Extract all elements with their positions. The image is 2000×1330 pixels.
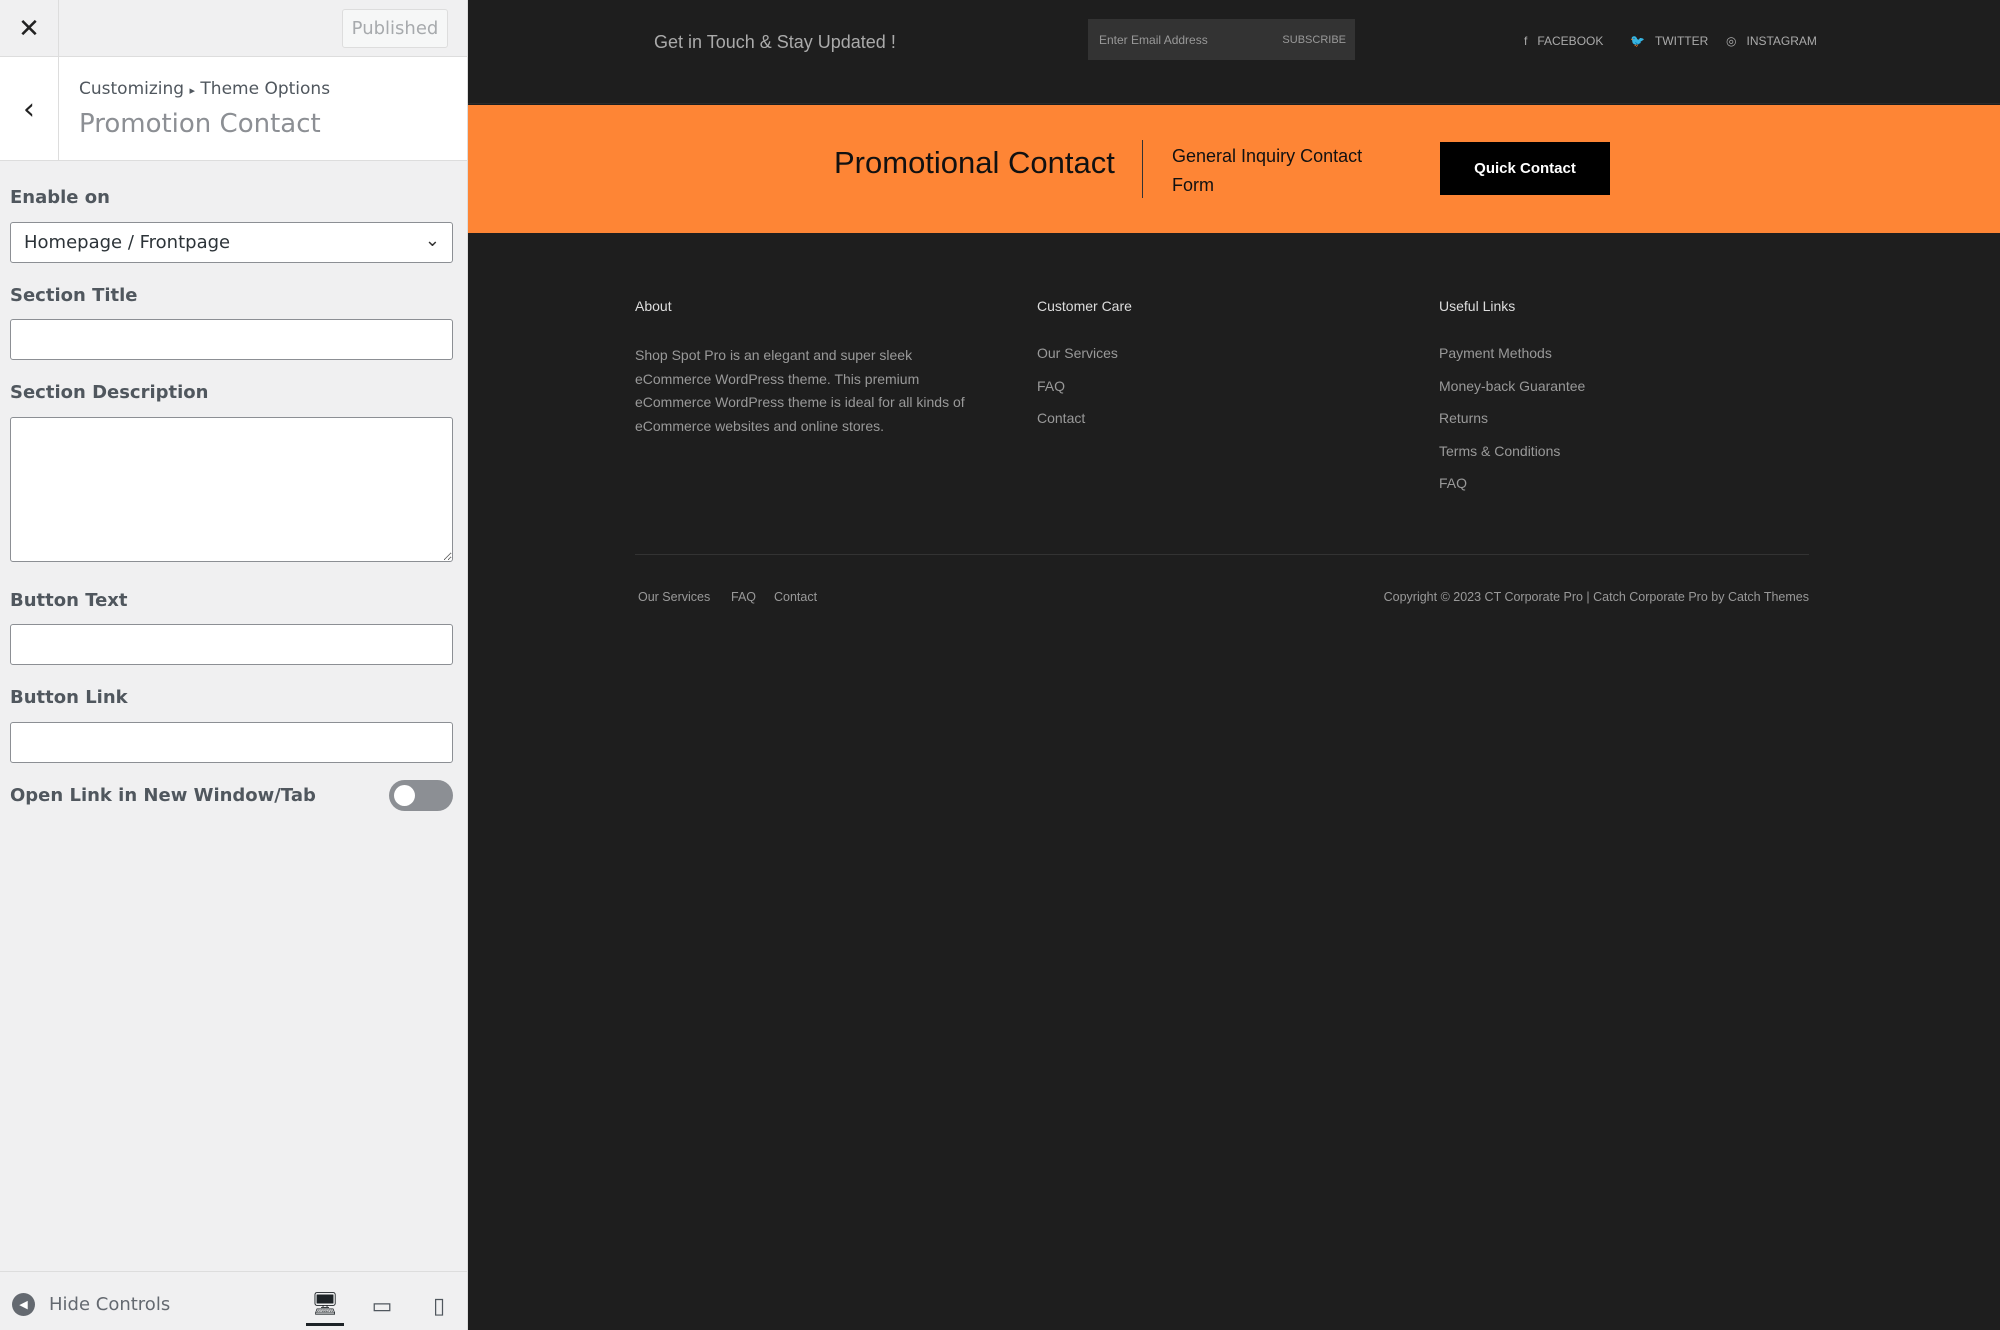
about-heading: About — [635, 298, 672, 314]
quick-contact-button[interactable]: Quick Contact — [1440, 142, 1610, 195]
promo-subtitle-line: General Inquiry Contact — [1172, 146, 1363, 166]
promotion-contact-section: Promotional Contact General Inquiry Cont… — [468, 105, 2000, 233]
social-facebook[interactable]: f FACEBOOK — [1524, 34, 1603, 48]
customer-care-heading: Customer Care — [1037, 298, 1132, 314]
newsletter-form: Enter Email Address SUBSCRIBE — [1088, 19, 1355, 60]
hide-controls-button[interactable]: ◀ Hide Controls — [12, 1293, 170, 1316]
close-icon[interactable]: ✕ — [0, 0, 59, 57]
facebook-icon: f — [1524, 34, 1528, 48]
footer-link[interactable]: Terms & Conditions — [1439, 443, 1560, 459]
chevron-down-icon: ⌄ — [424, 230, 440, 251]
email-input[interactable]: Enter Email Address — [1099, 33, 1208, 47]
about-line: Shop Spot Pro is an elegant and super sl… — [635, 347, 913, 363]
breadcrumb-parent: Theme Options — [200, 79, 331, 99]
toggle-knob — [394, 785, 415, 806]
footer-link[interactable]: Returns — [1439, 410, 1488, 426]
site-preview: Get in Touch & Stay Updated ! Enter Emai… — [468, 0, 2000, 1330]
twitter-icon: 🐦 — [1630, 34, 1645, 48]
footer-link[interactable]: Money-back Guarantee — [1439, 378, 1585, 394]
hide-controls-label: Hide Controls — [49, 1294, 171, 1315]
footer-link[interactable]: Contact — [1037, 410, 1085, 426]
section-description-textarea[interactable] — [10, 417, 453, 562]
customizer-sidebar: ✕ Published ‹ Customizing ▸ Theme Option… — [0, 0, 468, 1330]
enable-on-select[interactable]: Homepage / Frontpage ⌄ — [10, 222, 453, 263]
promo-divider — [1142, 140, 1143, 198]
section-title-input[interactable] — [10, 319, 453, 360]
promo-title: Promotional Contact — [834, 145, 1115, 180]
tablet-preview-icon[interactable]: ▭ — [363, 1286, 401, 1326]
button-link-input[interactable] — [10, 722, 453, 763]
about-line: eCommerce websites and online stores. — [635, 417, 885, 434]
page-title: Promotion Contact — [79, 109, 321, 139]
back-arrow-icon[interactable]: ‹ — [0, 57, 59, 161]
useful-links-heading: Useful Links — [1439, 298, 1516, 314]
instagram-label: INSTAGRAM — [1746, 34, 1817, 48]
customizer-topbar: ✕ Published — [0, 0, 468, 57]
published-button[interactable]: Published — [342, 9, 448, 48]
instagram-icon: ◎ — [1726, 34, 1737, 48]
open-new-window-label: Open Link in New Window/Tab — [10, 785, 316, 806]
footer-link[interactable]: Payment Methods — [1439, 345, 1552, 361]
about-line: eCommerce WordPress theme is ideal for a… — [635, 394, 965, 410]
collapse-arrow-icon: ◀ — [12, 1293, 35, 1316]
tagline: Get in Touch & Stay Updated ! — [654, 32, 896, 52]
customizer-footer: ◀ Hide Controls 🖥 ▭ ▯ — [0, 1271, 467, 1330]
facebook-label: FACEBOOK — [1537, 34, 1604, 48]
enable-on-value: Homepage / Frontpage — [24, 232, 231, 253]
enable-on-label: Enable on — [10, 187, 110, 208]
preview-topbar: Get in Touch & Stay Updated ! Enter Emai… — [468, 0, 2000, 104]
desktop-preview-icon[interactable]: 🖥 — [306, 1286, 344, 1326]
breadcrumb-separator: ▸ — [189, 84, 196, 97]
button-text-label: Button Text — [10, 590, 128, 611]
social-instagram[interactable]: ◎ INSTAGRAM — [1726, 34, 1817, 48]
section-description-label: Section Description — [10, 382, 209, 403]
subscribe-button[interactable]: SUBSCRIBE — [1282, 34, 1346, 46]
mobile-preview-icon[interactable]: ▯ — [420, 1286, 458, 1326]
social-twitter[interactable]: 🐦 TWITTER — [1630, 34, 1708, 48]
bottom-link[interactable]: Our Services — [638, 590, 710, 604]
bottom-link[interactable]: Contact — [774, 590, 817, 604]
section-title-label: Section Title — [10, 285, 138, 306]
about-line: eCommerce WordPress theme. This premium — [635, 370, 920, 387]
footer-divider — [635, 554, 1809, 555]
breadcrumb-root: Customizing — [79, 79, 185, 99]
button-text-input[interactable] — [10, 624, 453, 665]
copyright: Copyright © 2023 CT Corporate Pro | Catc… — [1383, 590, 1809, 604]
footer-link[interactable]: FAQ — [1037, 378, 1065, 394]
bottom-link[interactable]: FAQ — [731, 590, 756, 604]
promo-subtitle-line: Form — [1172, 175, 1214, 195]
promo-subtitle: General Inquiry Contact Form — [1172, 142, 1362, 200]
twitter-label: TWITTER — [1654, 34, 1709, 48]
section-header: ‹ Customizing ▸ Theme Options Promotion … — [0, 57, 467, 161]
open-new-window-toggle[interactable] — [389, 780, 453, 811]
breadcrumb: Customizing ▸ Theme Options — [79, 79, 330, 99]
button-link-label: Button Link — [10, 687, 128, 708]
about-text: Shop Spot Pro is an elegant and super sl… — [635, 344, 1005, 438]
footer-link[interactable]: FAQ — [1439, 475, 1467, 491]
footer-link[interactable]: Our Services — [1037, 345, 1118, 361]
